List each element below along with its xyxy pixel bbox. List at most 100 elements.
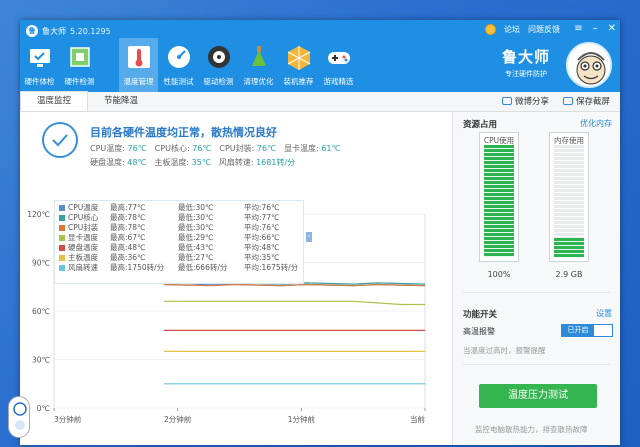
chip-icon xyxy=(69,47,90,67)
toolbar-label: 性能测试 xyxy=(163,77,194,86)
toolbar-gauge-button[interactable]: 性能测试 xyxy=(159,38,198,92)
legend-min: 最低:30℃ xyxy=(178,203,214,212)
legend-swatch xyxy=(59,255,65,261)
metric-value: 35℃ xyxy=(191,158,211,167)
metric-label: 硬盘温度: xyxy=(90,158,128,167)
floating-widget-icon[interactable] xyxy=(8,396,30,438)
legend-row: CPU核心 最高:78℃ 最低:30℃ 平均:77℃ xyxy=(59,213,299,223)
toolbar-gamepad-button[interactable]: 游戏精选 xyxy=(319,38,358,92)
cpu-usage-value: 100% xyxy=(487,270,511,279)
metric-value: 1681转/分 xyxy=(256,158,296,167)
temp-metrics: CPU温度: 76℃ CPU核心: 76℃ CPU封装: 76℃ 显卡温度: 61℃ … xyxy=(90,142,348,170)
legend-max: 最高:78℃ xyxy=(110,223,146,232)
tab-power-save[interactable]: 节能降温 xyxy=(88,92,154,111)
driver-icon xyxy=(207,46,230,68)
app-version: 5.20.1295 xyxy=(70,26,111,36)
legend-avg: 平均:35℃ xyxy=(244,253,280,262)
temp-monitor-panel: 目前各硬件温度均正常，散热情况良好 CPU温度: 76℃ CPU核心: 76℃ CP… xyxy=(20,112,450,445)
mem-usage-value: 2.9 GB xyxy=(555,270,583,279)
toolbar-broom-button[interactable]: 清理优化 xyxy=(239,38,278,92)
app-logo: 鲁 鲁大师 5.20.1295 xyxy=(26,25,111,37)
menu-icon[interactable]: ≡ xyxy=(574,23,582,34)
sub-tabs: 温度监控 节能降温 微博分享 保存截屏 xyxy=(20,91,620,112)
legend-name: 硬盘温度 xyxy=(68,243,98,252)
stress-test-button[interactable]: 温度压力测试 xyxy=(479,384,597,408)
toolbar-driver-button[interactable]: 驱动检测 xyxy=(199,38,238,92)
metric-label: 显卡温度: xyxy=(284,144,322,153)
x-tick-label: 3分钟前 xyxy=(54,414,82,424)
y-tick-label: 90℃ xyxy=(32,259,50,268)
legend-collapse-icon[interactable]: ‹ xyxy=(306,232,312,242)
legend-row: 显卡温度 最高:67℃ 最低:29℃ 平均:66℃ xyxy=(59,233,299,243)
toolbar-label: 游戏精选 xyxy=(323,77,354,86)
alarm-toggle[interactable]: 已开启 xyxy=(561,324,613,337)
weibo-share-button[interactable]: 微博分享 xyxy=(501,95,549,107)
temp-chart: 0℃ 30℃ 60℃ 90℃ 120℃ 3分钟前 2分钟前 1分钟前 当前 CPU温度 最高:77… xyxy=(20,196,450,445)
toolbar-thermometer-button[interactable]: 温度管理 xyxy=(119,38,158,92)
legend-swatch xyxy=(59,215,65,221)
toolbar-chip-button[interactable]: 硬件检测 xyxy=(60,38,99,92)
toolbar-label: 清理优化 xyxy=(243,77,274,86)
divider xyxy=(463,292,610,293)
metric-label: 主板温度: xyxy=(154,158,192,167)
status-title: 目前各硬件温度均正常，散热情况良好 xyxy=(90,126,277,139)
legend-row: 主板温度 最高:36℃ 最低:27℃ 平均:35℃ xyxy=(59,253,299,263)
settings-link[interactable]: 设置 xyxy=(596,308,612,319)
toolbar-label: 驱动检测 xyxy=(203,77,234,86)
broom-icon xyxy=(251,46,266,66)
optimize-memory-link[interactable]: 优化内存 xyxy=(580,118,612,129)
legend-min: 最低:29℃ xyxy=(178,233,214,242)
close-icon[interactable]: ✕ xyxy=(608,23,616,34)
legend-swatch xyxy=(59,235,65,241)
minimize-icon[interactable]: – xyxy=(593,23,598,34)
share-bar: 微博分享 保存截屏 xyxy=(501,95,610,107)
alarm-label: 高温报警 xyxy=(463,327,495,336)
legend-avg: 平均:1675转/分 xyxy=(244,263,299,272)
metric-value: 76℃ xyxy=(127,144,147,153)
weibo-share-label: 微博分享 xyxy=(514,97,549,107)
tab-temp-monitor[interactable]: 温度监控 xyxy=(20,91,89,111)
legend-max: 最高:36℃ xyxy=(110,253,146,262)
cube-icon xyxy=(287,46,310,70)
metrics-row: CPU温度: 76℃ CPU核心: 76℃ CPU封装: 76℃ 显卡温度: 61℃ xyxy=(90,142,348,156)
legend-min: 最低:666转/分 xyxy=(178,263,228,272)
legend-name: 显卡温度 xyxy=(68,233,98,242)
forum-link[interactable]: 论坛 xyxy=(504,24,520,35)
toolbar-cube-button[interactable]: 装机推荐 xyxy=(279,38,318,92)
legend-row: 硬盘温度 最高:48℃ 最低:43℃ 平均:48℃ xyxy=(59,243,299,253)
brand: 鲁大师 专注硬件防护 xyxy=(502,46,550,79)
metric-label: CPU核心: xyxy=(154,144,193,153)
metric-label: CPU温度: xyxy=(90,144,128,153)
legend-max: 最高:48℃ xyxy=(110,243,146,252)
features-title: 功能开关 xyxy=(463,310,498,320)
toolbar-monitor-check-button[interactable]: 硬件体检 xyxy=(20,38,59,92)
metric-label: CPU封装: xyxy=(219,144,257,153)
mascot-avatar-icon xyxy=(566,42,612,88)
legend-max: 最高:77℃ xyxy=(110,203,146,212)
main-toolbar: 硬件体检 硬件检测 温度管理 性能测试 驱动检测 清理优化 装机推荐 游戏精选 xyxy=(20,38,359,92)
monitor-check-icon xyxy=(29,49,50,67)
alarm-state: 已开启 xyxy=(562,325,594,336)
cpu-usage-gauge: CPU使用 xyxy=(479,132,519,262)
cpu-usage-track xyxy=(484,145,514,257)
screenshot-button[interactable]: 保存截屏 xyxy=(562,95,610,107)
legend-swatch xyxy=(59,245,65,251)
app-window: 鲁 鲁大师 5.20.1295 硬件体检 硬件检测 温度管理 性能测试 驱动检测 清理优化… xyxy=(20,20,620,445)
mem-usage-gauge: 内存使用 xyxy=(549,132,589,262)
legend-avg: 平均:76℃ xyxy=(244,203,280,212)
toolbar-label: 温度管理 xyxy=(123,77,154,86)
coin-icon[interactable] xyxy=(485,24,496,35)
stress-hint: 监控电脑散热能力，排查散热故障 xyxy=(475,425,588,434)
legend-avg: 平均:77℃ xyxy=(244,213,280,222)
legend-swatch xyxy=(59,225,65,231)
legend-max: 最高:67℃ xyxy=(110,233,146,242)
feedback-link[interactable]: 问题反馈 xyxy=(528,24,560,35)
metrics-row: 硬盘温度: 48℃ 主板温度: 35℃ 风扇转速: 1681转/分 xyxy=(90,156,348,170)
check-circle-icon xyxy=(42,122,78,158)
gamepad-icon xyxy=(327,52,350,64)
legend-name: 主板温度 xyxy=(68,253,98,262)
legend-swatch xyxy=(59,265,65,271)
top-links: 论坛 问题反馈 xyxy=(485,24,560,35)
legend-min: 最低:30℃ xyxy=(178,213,214,222)
legend-max: 最高:1750转/分 xyxy=(110,263,165,272)
